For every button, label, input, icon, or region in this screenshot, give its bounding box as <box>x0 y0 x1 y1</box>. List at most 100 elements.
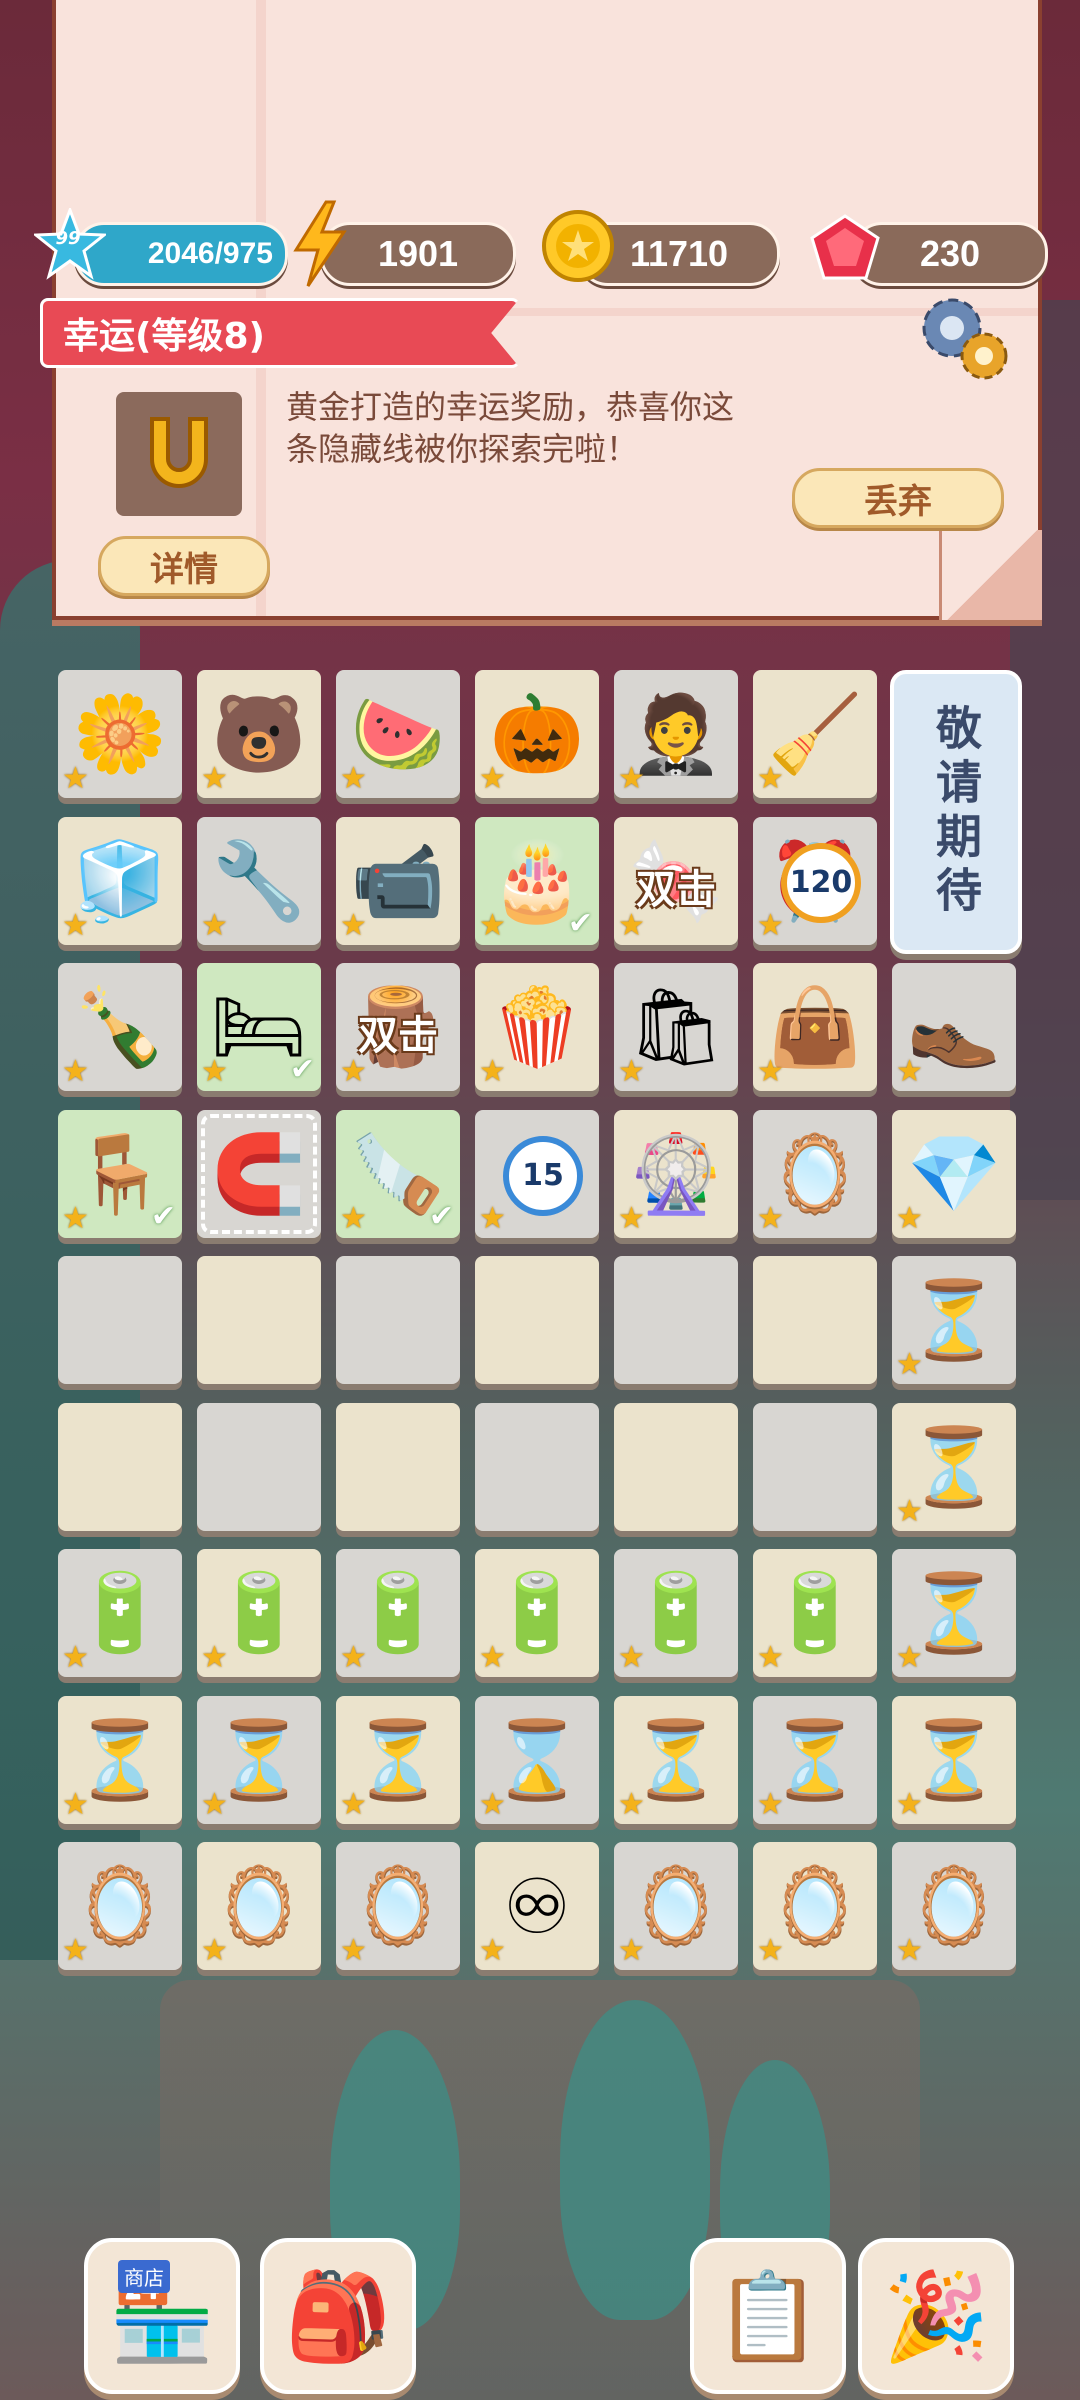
board-item-leather-shoes[interactable]: 👞 ★ <box>892 963 1016 1091</box>
exp-bar[interactable]: 2046/975 <box>74 222 288 286</box>
board-item-rainbow-mirror[interactable]: 🪞 ★ <box>336 1842 460 1970</box>
star-icon: ★ <box>896 1493 923 1529</box>
background-tree <box>560 2000 710 2320</box>
empty-board-slot[interactable] <box>614 1402 738 1531</box>
board-item-hourglass[interactable]: ⏳ ★ <box>753 1695 877 1824</box>
star-icon: ★ <box>201 761 228 796</box>
board-item-firewood-combo[interactable]: 🪵 双击 ★ <box>336 963 460 1091</box>
star-icon: ★ <box>62 1933 89 1968</box>
board-item-rainbow-mirror[interactable]: 🪞 ★ <box>197 1842 321 1970</box>
star-icon: ★ <box>757 1933 784 1968</box>
board-item-infinite-mirror[interactable]: ♾ ★ <box>475 1842 599 1970</box>
board-item-popcorn[interactable]: 🍿 ★ <box>475 963 599 1091</box>
empty-board-slot[interactable] <box>753 1402 877 1531</box>
board-item-saw[interactable]: 🪚 ★ ✔ <box>336 1109 460 1238</box>
board-item-candy-jar-combo[interactable]: 🍬 双击 ★ <box>614 816 738 945</box>
board-item-rainbow-perfume[interactable]: 💎 ★ <box>892 1109 1016 1238</box>
empty-board-slot[interactable] <box>336 1402 460 1531</box>
board-item-hourglass[interactable]: ⏳ ★ <box>892 1695 1016 1824</box>
party-popper-icon: 🎉 <box>882 2266 990 2367</box>
star-icon: ★ <box>757 1640 784 1675</box>
empty-board-slot[interactable] <box>197 1402 321 1531</box>
board-item-tuxedo[interactable]: 🤵 ★ <box>614 670 738 798</box>
star-icon: ★ <box>62 1200 89 1236</box>
board-item-shopping-bags[interactable]: 🛍 ★ <box>614 963 738 1091</box>
gem-value: 230 <box>919 233 981 274</box>
star-icon: ★ <box>201 907 228 943</box>
board-item-pumpkin[interactable]: 🎃 ★ <box>475 670 599 798</box>
coin-icon <box>540 208 616 284</box>
task-list-button[interactable]: 📋 <box>690 2238 846 2394</box>
item-preview <box>116 392 242 516</box>
shop-button[interactable]: 🏪 商店 <box>84 2238 240 2394</box>
board-item-hourglass[interactable]: ⏳ ★ <box>614 1695 738 1824</box>
discard-button[interactable]: 丢弃 <box>792 468 1004 528</box>
empty-board-slot[interactable] <box>336 1256 460 1384</box>
board-item-bed[interactable]: 🛏 ★ ✔ <box>197 963 321 1091</box>
star-icon: ★ <box>201 1640 228 1675</box>
star-icon: ★ <box>618 1933 645 1968</box>
board-item-infinite-hourglass[interactable]: ⌛ ★ <box>475 1695 599 1824</box>
star-icon: ★ <box>201 1786 228 1822</box>
board-item-hourglass[interactable]: ⏳ ★ <box>58 1695 182 1824</box>
board-item-billiard-ball-15[interactable]: 15 ★ <box>475 1109 599 1238</box>
board-item-rainbow-mirror[interactable]: 🪞 ★ <box>614 1842 738 1970</box>
board-item-birthday-cake[interactable]: 🎂 ★ ✔ <box>475 816 599 945</box>
clipboard-icon: 📋 <box>714 2266 822 2367</box>
star-icon: ★ <box>757 1200 784 1236</box>
board-item-energy-battery[interactable]: 🔋 ★ <box>753 1549 877 1677</box>
backpack-button[interactable]: 🎒 <box>260 2238 416 2394</box>
board-item-bear[interactable]: 🐻 ★ <box>197 670 321 798</box>
board-item-rainbow-mirror[interactable]: 🪞 ★ <box>892 1842 1016 1970</box>
star-icon: ★ <box>618 907 645 943</box>
energy-value: 1901 <box>377 233 459 274</box>
board-item-energy-battery[interactable]: 🔋 ★ <box>58 1549 182 1677</box>
board-item-energy-battery[interactable]: 🔋 ★ <box>336 1549 460 1677</box>
board-item-power-drill[interactable]: 🔧 ★ <box>197 816 321 945</box>
item-title-ribbon: 幸运(等级8) <box>40 298 520 368</box>
combo-label: 双击 <box>358 1013 438 1059</box>
board-item-energy-battery[interactable]: 🔋 ★ <box>614 1549 738 1677</box>
star-icon: ★ <box>479 907 506 943</box>
board-item-energy-battery[interactable]: 🔋 ★ <box>197 1549 321 1677</box>
checkmark-icon: ✔ <box>567 905 593 941</box>
empty-board-slot[interactable] <box>475 1256 599 1384</box>
board-item-rainbow-mirror[interactable]: 🪞 ★ <box>753 1842 877 1970</box>
board-item-daisy-flower[interactable]: 🌼 ★ <box>58 670 182 798</box>
board-item-rainbow-hand-mirror[interactable]: 🪞 ★ <box>753 1109 877 1238</box>
star-icon: ★ <box>618 1786 645 1822</box>
board-item-alarm-clock-120[interactable]: ⏰120★ <box>753 816 877 945</box>
board-item-wooden-stool[interactable]: 🪑 ★ ✔ <box>58 1109 182 1238</box>
board-item-camcorder[interactable]: 📹 ★ <box>336 816 460 945</box>
board-item-rainbow-mirror[interactable]: 🪞 ★ <box>58 1842 182 1970</box>
board-item-watermelon[interactable]: 🍉 ★ <box>336 670 460 798</box>
empty-board-slot[interactable] <box>475 1402 599 1531</box>
empty-board-slot[interactable] <box>614 1256 738 1384</box>
board-item-horseshoe[interactable]: 🧲 <box>197 1109 321 1238</box>
board-item-air-conditioner[interactable]: 🧊 ★ <box>58 816 182 945</box>
settings-gear-icon[interactable] <box>914 290 1014 386</box>
board-item-hourglass[interactable]: ⏳ ★ <box>892 1402 1016 1531</box>
star-icon: ★ <box>479 761 506 796</box>
details-button[interactable]: 详情 <box>98 536 270 596</box>
empty-board-slot[interactable] <box>58 1256 182 1384</box>
board-item-wine-bottles[interactable]: 🍾 ★ <box>58 963 182 1091</box>
checkmark-icon: ✔ <box>289 1052 315 1087</box>
star-icon: ★ <box>62 1054 89 1089</box>
board-item-energy-battery[interactable]: 🔋 ★ <box>475 1549 599 1677</box>
selection-frame <box>201 1113 317 1234</box>
celebration-button[interactable]: 🎉 <box>858 2238 1014 2394</box>
empty-board-slot[interactable] <box>753 1256 877 1384</box>
board-item-pink-shopping-bag[interactable]: 👜 ★ <box>753 963 877 1091</box>
star-icon: ★ <box>896 1640 923 1675</box>
star-icon: ★ <box>62 1640 89 1675</box>
board-item-hourglass[interactable]: ⏳ ★ <box>336 1695 460 1824</box>
board-item-roulette[interactable]: 🎡 ★ <box>614 1109 738 1238</box>
board-item-hourglass[interactable]: ⏳ ★ <box>197 1695 321 1824</box>
board-item-hourglass[interactable]: ⏳ ★ <box>892 1549 1016 1677</box>
empty-board-slot[interactable] <box>197 1256 321 1384</box>
board-item-hourglass[interactable]: ⏳ ★ <box>892 1256 1016 1384</box>
ruby-gem-icon <box>808 214 882 284</box>
empty-board-slot[interactable] <box>58 1402 182 1531</box>
board-item-vacuum[interactable]: 🧹 ★ <box>753 670 877 798</box>
